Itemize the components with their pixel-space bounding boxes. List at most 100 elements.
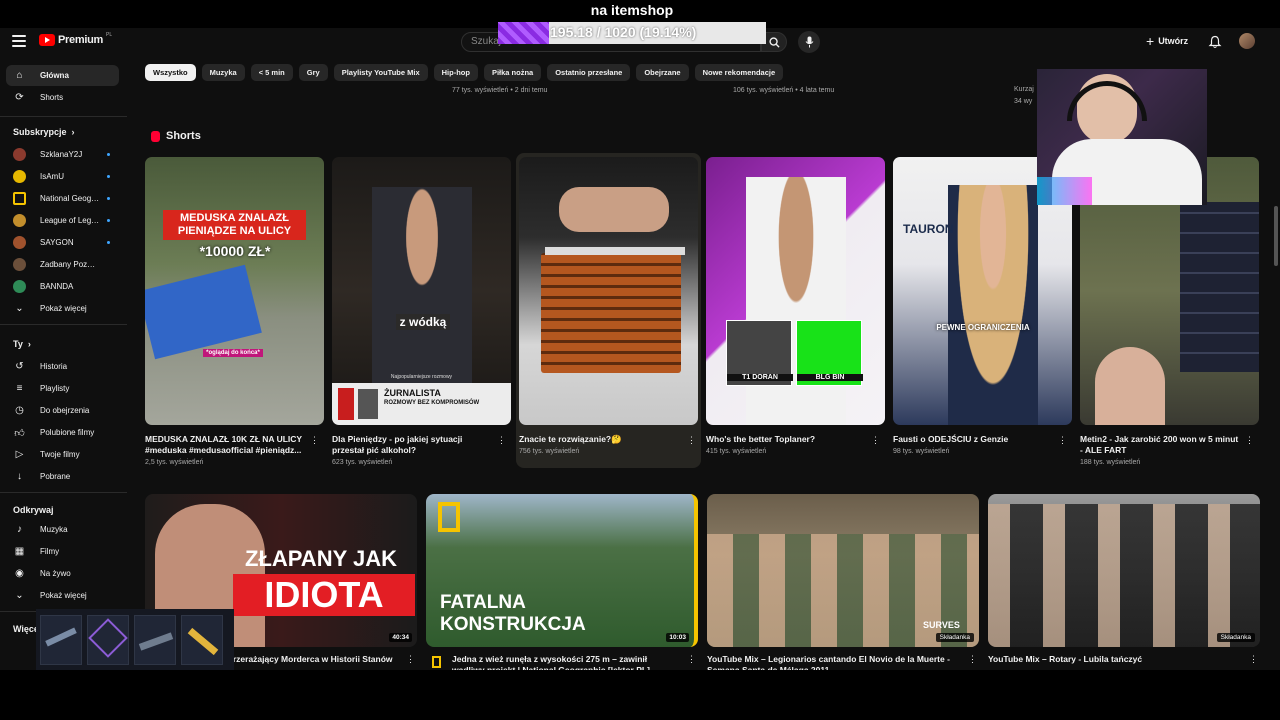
page-scrollbar[interactable] xyxy=(1274,206,1278,266)
show-more-label: Pokaż więcej xyxy=(40,591,87,600)
short-card-hovered[interactable]: Znacie te rozwiązanie?🤔 756 tys. wyświet… xyxy=(516,153,701,468)
short-card[interactable]: MEDUSKA ZNALAZŁ PIENIĄDZE NA ULICY *1000… xyxy=(145,157,324,466)
thumbnail-overlay-text: FATALNA xyxy=(440,592,526,613)
sidebar-item-home[interactable]: ⌂ Główna xyxy=(6,65,119,86)
notifications-bell-icon[interactable] xyxy=(1208,35,1222,49)
video-title[interactable]: YouTube Mix – Rotary - Lubila tańczyć xyxy=(988,654,1238,665)
hamburger-menu-icon[interactable] xyxy=(12,35,26,47)
filter-chips: Wszystko Muzyka < 5 min Gry Playlisty Yo… xyxy=(145,64,784,81)
search-icon xyxy=(768,36,780,48)
sidebar-item-watch-later[interactable]: ◷ Do obejrzenia xyxy=(6,400,119,421)
sidebar-sub-natgeo[interactable]: National Geogra... xyxy=(6,188,119,209)
voice-search-button[interactable] xyxy=(798,31,820,53)
video-thumbnail[interactable]: SURVES Składanka xyxy=(707,494,979,647)
short-thumbnail[interactable] xyxy=(519,157,698,425)
download-icon: ↓ xyxy=(17,471,22,482)
more-options-icon[interactable]: ⋮ xyxy=(1245,435,1254,447)
sidebar-item-liked[interactable]: 👍︎ Polubione filmy xyxy=(6,422,119,443)
thumbnail-band xyxy=(988,504,1260,647)
short-title[interactable]: Fausti o ODEJŚCIU z Genzie xyxy=(893,434,1053,445)
chip-youtube-mix-playlists[interactable]: Playlisty YouTube Mix xyxy=(333,64,428,81)
more-options-icon[interactable]: ⋮ xyxy=(687,435,696,447)
sidebar-sub-zadbany[interactable]: Zadbany Pozwany xyxy=(6,254,119,275)
chip-under-5-min[interactable]: < 5 min xyxy=(250,64,293,81)
account-avatar[interactable] xyxy=(1239,33,1255,49)
new-content-dot xyxy=(107,241,110,244)
video-title[interactable]: Jedna z wież runęła z wysokości 275 m – … xyxy=(426,654,676,670)
sidebar-sub-lol[interactable]: League of Legen... xyxy=(6,210,119,231)
chip-music[interactable]: Muzyka xyxy=(201,64,245,81)
short-title[interactable]: Dla Pieniędzy - po jakiej sytuacji przes… xyxy=(332,434,492,456)
sidebar-item-shorts[interactable]: ⟳ Shorts xyxy=(6,87,119,108)
sidebar-sub-bannda[interactable]: BANNDA xyxy=(6,276,119,297)
short-title[interactable]: Metin2 - Jak zarobić 200 won w 5 minut -… xyxy=(1080,434,1240,456)
sidebar-item-music[interactable]: ♪ Muzyka xyxy=(6,519,119,540)
short-title[interactable]: Znacie te rozwiązanie?🤔 xyxy=(519,434,679,445)
more-options-icon[interactable]: ⋮ xyxy=(406,654,415,665)
more-options-icon[interactable]: ⋮ xyxy=(1058,435,1067,447)
more-options-icon[interactable]: ⋮ xyxy=(497,435,506,447)
show-more-explore[interactable]: ⌄ Pokaż więcej xyxy=(6,585,119,606)
short-title[interactable]: Who's the better Toplaner? xyxy=(706,434,866,445)
sidebar-item-downloads[interactable]: ↓ Pobrane xyxy=(6,466,119,487)
short-card[interactable]: T1 DORAN BLG BIN Who's the better Toplan… xyxy=(706,157,885,455)
video-meta: 106 tys. wyświetleń • 4 lata temu xyxy=(733,87,835,94)
new-content-dot xyxy=(107,175,110,178)
sidebar-item-live[interactable]: ◉ Na żywo xyxy=(6,563,119,584)
video-card[interactable]: FATALNA KONSTRUKCJA 10:03 Jedna z wież r… xyxy=(426,494,698,670)
sidebar-item-films[interactable]: ▦ Filmy xyxy=(6,541,119,562)
sidebar-item-history[interactable]: ↺ Historia xyxy=(6,356,119,377)
thumbnail-card-2: BLG BIN xyxy=(796,320,863,386)
short-card[interactable]: z wódką ŻURNALISTA ROZMOWY BEZ KOMPROMIS… xyxy=(332,157,511,466)
chip-football[interactable]: Piłka nożna xyxy=(483,64,542,81)
banner-tag: Najpopularniejsze rozmowy xyxy=(390,374,453,380)
video-meta: 34 wy xyxy=(1014,98,1033,105)
more-options-icon[interactable]: ⋮ xyxy=(871,435,880,447)
short-thumbnail[interactable]: z wódką ŻURNALISTA ROZMOWY BEZ KOMPROMIS… xyxy=(332,157,511,425)
youtube-app: Premium PL Szukaj + Utwórz ⌂ Główna ⟳ Sh… xyxy=(0,28,1280,670)
sidebar-sub-isamu[interactable]: IsAmU xyxy=(6,166,119,187)
channel-name: Zadbany Pozwany xyxy=(40,260,100,269)
sidebar-item-label: Filmy xyxy=(40,547,60,556)
youtube-premium-logo[interactable]: Premium PL xyxy=(39,32,112,46)
video-card[interactable]: SURVES Składanka YouTube Mix – Legionari… xyxy=(707,494,979,670)
sidebar-item-label: Pobrane xyxy=(40,472,71,481)
channel-avatar xyxy=(13,236,26,249)
chip-games[interactable]: Gry xyxy=(298,64,328,81)
video-title[interactable]: YouTube Mix – Legionarios cantando El No… xyxy=(707,654,957,670)
create-button[interactable]: + Utwórz xyxy=(1146,34,1188,48)
chip-new-recommendations[interactable]: Nowe rekomendacje xyxy=(694,64,784,81)
more-options-icon[interactable]: ⋮ xyxy=(968,654,977,665)
more-options-icon[interactable]: ⋮ xyxy=(1249,654,1258,665)
sidebar-divider xyxy=(0,116,127,117)
more-options-icon[interactable]: ⋮ xyxy=(687,654,696,665)
short-thumbnail[interactable]: T1 DORAN BLG BIN xyxy=(706,157,885,425)
video-card[interactable]: Składanka YouTube Mix – Rotary - Lubila … xyxy=(988,494,1260,665)
sidebar-sub-szklanay2j[interactable]: SzklanaY2J xyxy=(6,144,119,165)
sidebar-sub-saygon[interactable]: SAYGON xyxy=(6,232,119,253)
sidebar-item-label: Historia xyxy=(40,362,68,371)
video-thumbnail[interactable]: Składanka xyxy=(988,494,1260,647)
chevron-down-icon: ⌄ xyxy=(15,303,24,314)
short-views: 623 tys. wyświetleń xyxy=(332,459,393,466)
create-label: Utwórz xyxy=(1158,36,1189,46)
more-options-icon[interactable]: ⋮ xyxy=(310,435,319,447)
chip-hip-hop[interactable]: Hip-hop xyxy=(433,64,478,81)
you-heading[interactable]: Ty › xyxy=(13,339,31,349)
subscriptions-heading[interactable]: Subskrypcje › xyxy=(13,127,75,137)
chip-all[interactable]: Wszystko xyxy=(145,64,196,81)
thumbnail-overlay-text: ZŁAPANY JAK xyxy=(245,546,397,571)
video-thumbnail[interactable]: FATALNA KONSTRUKCJA 10:03 xyxy=(426,494,698,647)
sidebar-item-playlists[interactable]: ≡ Playlisty xyxy=(6,378,119,399)
letterbox-bottom xyxy=(0,670,1280,720)
show-more-subscriptions[interactable]: ⌄ Pokaż więcej xyxy=(6,298,119,319)
explore-heading: Odkrywaj xyxy=(13,505,54,515)
sidebar-item-your-videos[interactable]: ▷ Twoje filmy xyxy=(6,444,119,465)
new-content-dot xyxy=(107,219,110,222)
shorts-section-heading: Shorts xyxy=(151,130,201,142)
thumbnail-overlay-text: PEWNE OGRANICZENIA xyxy=(936,323,1030,332)
short-title[interactable]: MEDUSKA ZNALAZŁ 10K ZŁ NA ULICY #meduska… xyxy=(145,434,305,456)
chip-watched[interactable]: Obejrzane xyxy=(636,64,689,81)
chip-recently-uploaded[interactable]: Ostatnio przesłane xyxy=(547,64,631,81)
short-thumbnail[interactable]: MEDUSKA ZNALAZŁ PIENIĄDZE NA ULICY *1000… xyxy=(145,157,324,425)
